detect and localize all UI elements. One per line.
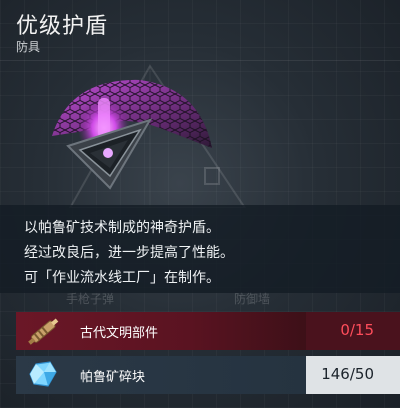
material-count: 0/15 (340, 321, 374, 339)
item-title: 优级护盾 (16, 14, 109, 39)
ancient-part-icon (22, 314, 66, 348)
item-detail-panel: 优级护盾 防具 以帕鲁矿技术制成的神奇护盾。 经过改良后，进一步提高了性能。 可… (0, 0, 400, 408)
material-row: 帕鲁矿碎块 146/50 (16, 356, 400, 394)
material-name: 帕鲁矿碎块 (80, 370, 146, 385)
ghost-label-ammo: 手枪子弹 (66, 292, 115, 306)
description-line-3: 可「作业流水线工厂」在制作。 (24, 270, 220, 286)
material-count: 146/50 (321, 365, 374, 383)
background-labels: 手枪子弹 防御墙 (0, 288, 400, 310)
item-header: 优级护盾 防具 (0, 0, 400, 58)
item-artwork (0, 58, 400, 209)
ghost-label-wall: 防御墙 (234, 292, 271, 306)
material-name: 古代文明部件 (80, 326, 159, 341)
item-category: 防具 (16, 40, 41, 54)
shield-illustration (52, 64, 247, 209)
material-row: 古代文明部件 0/15 (16, 312, 400, 350)
item-description: 以帕鲁矿技术制成的神奇护盾。 经过改良后，进一步提高了性能。 可「作业流水线工厂… (0, 205, 400, 293)
paldium-fragment-icon (22, 358, 66, 392)
description-line-2: 经过改良后，进一步提高了性能。 (24, 245, 234, 261)
description-line-1: 以帕鲁矿技术制成的神奇护盾。 (24, 220, 220, 236)
